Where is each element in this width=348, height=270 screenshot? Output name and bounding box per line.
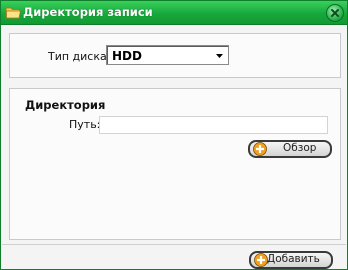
folder-icon (5, 5, 21, 19)
plus-icon (253, 142, 267, 156)
dialog-window: Директория записи Тип диска: HDD Директо… (0, 0, 348, 270)
dropdown-arrow-icon (216, 54, 223, 58)
close-button[interactable] (326, 4, 344, 22)
path-input[interactable] (99, 116, 328, 134)
add-button-label: Добавить (267, 253, 320, 265)
footer-divider (2, 244, 346, 245)
disk-panel: Тип диска: HDD (9, 33, 341, 78)
close-icon (331, 9, 339, 17)
add-button[interactable]: Добавить (249, 251, 333, 269)
disk-type-value: HDD (112, 49, 142, 63)
title-bar[interactable]: Директория записи (1, 1, 347, 25)
directory-section-title: Директория (25, 98, 106, 112)
path-label: Путь: (69, 118, 101, 131)
disk-type-select[interactable]: HDD (106, 45, 229, 65)
browse-button-label: Обзор (283, 142, 317, 154)
browse-button[interactable]: Обзор (248, 140, 332, 158)
disk-type-label: Тип диска: (48, 50, 111, 63)
window-title: Директория записи (23, 5, 153, 19)
directory-panel: Директория Путь: Обзор (9, 88, 341, 240)
